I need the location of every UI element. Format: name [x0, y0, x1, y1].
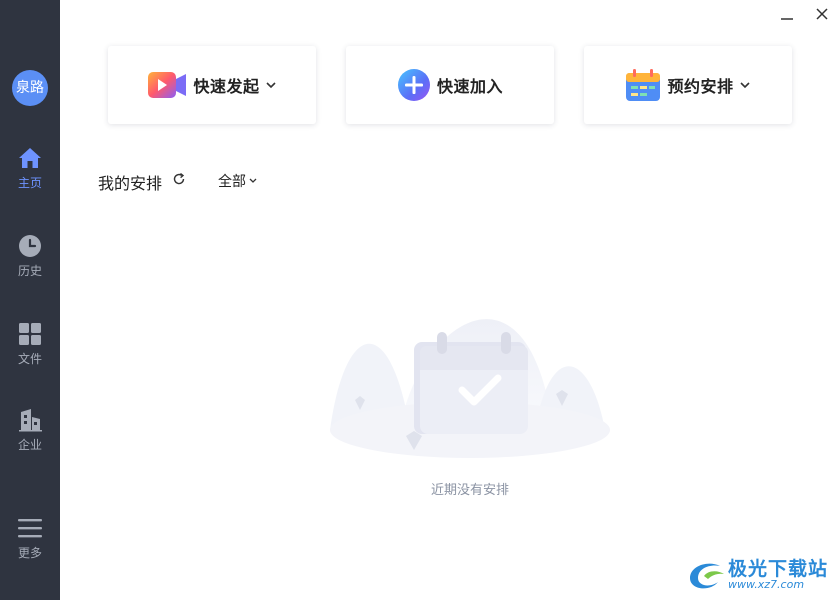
video-camera-icon — [148, 72, 187, 98]
watermark: 极光下载站 www.xz7.com — [686, 558, 828, 592]
filter-dropdown[interactable]: 全部 — [218, 171, 258, 191]
sidebar-item-history[interactable]: 历史 — [0, 234, 60, 294]
sidebar-item-files[interactable]: 文件 — [0, 322, 60, 382]
minimize-button[interactable] — [776, 4, 798, 26]
sidebar-item-label: 企业 — [17, 438, 42, 452]
grid-icon — [19, 323, 41, 345]
avatar[interactable]: 泉路 — [12, 70, 48, 106]
close-button[interactable] — [811, 4, 833, 26]
schedule-section-title: 我的安排 — [98, 174, 163, 193]
sidebar-item-more[interactable]: 更多 — [0, 516, 60, 576]
quick-join-label: 快速加入 — [436, 77, 503, 96]
filter-label: 全部 — [218, 174, 246, 190]
chevron-down-icon — [265, 82, 276, 89]
empty-state-text: 近期没有安排 — [430, 483, 509, 498]
refresh-icon[interactable] — [172, 172, 186, 186]
watermark-logo-icon — [689, 563, 724, 589]
sidebar-item-enterprise[interactable]: 企业 — [0, 408, 60, 468]
building-icon — [19, 409, 42, 432]
menu-icon — [18, 519, 42, 538]
minimize-icon — [781, 18, 793, 20]
sidebar-item-label: 主页 — [17, 176, 42, 190]
quick-join-button[interactable]: 快速加入 — [346, 46, 554, 124]
sidebar-item-home[interactable]: 主页 — [0, 146, 60, 206]
home-icon — [19, 148, 41, 168]
chevron-down-icon — [249, 178, 257, 183]
empty-calendar-illustration — [330, 319, 610, 458]
watermark-main-text: 极光下载站 — [727, 558, 828, 580]
schedule-label: 预约安排 — [667, 77, 734, 96]
sidebar: 泉路 主页 历史 文件 企业 更多 — [0, 0, 60, 600]
schedule-button[interactable]: 预约安排 — [584, 46, 792, 124]
sidebar-item-label: 历史 — [17, 264, 42, 278]
sidebar-item-label: 文件 — [17, 352, 42, 366]
chevron-down-icon — [739, 82, 750, 89]
clock-icon — [19, 235, 41, 257]
close-icon — [816, 8, 828, 20]
sidebar-item-label: 更多 — [17, 546, 42, 560]
watermark-sub-text: www.xz7.com — [727, 578, 805, 591]
calendar-icon — [626, 69, 661, 101]
quick-start-button[interactable]: 快速发起 — [108, 46, 316, 124]
quick-start-label: 快速发起 — [193, 77, 260, 96]
plus-circle-icon — [397, 69, 430, 101]
